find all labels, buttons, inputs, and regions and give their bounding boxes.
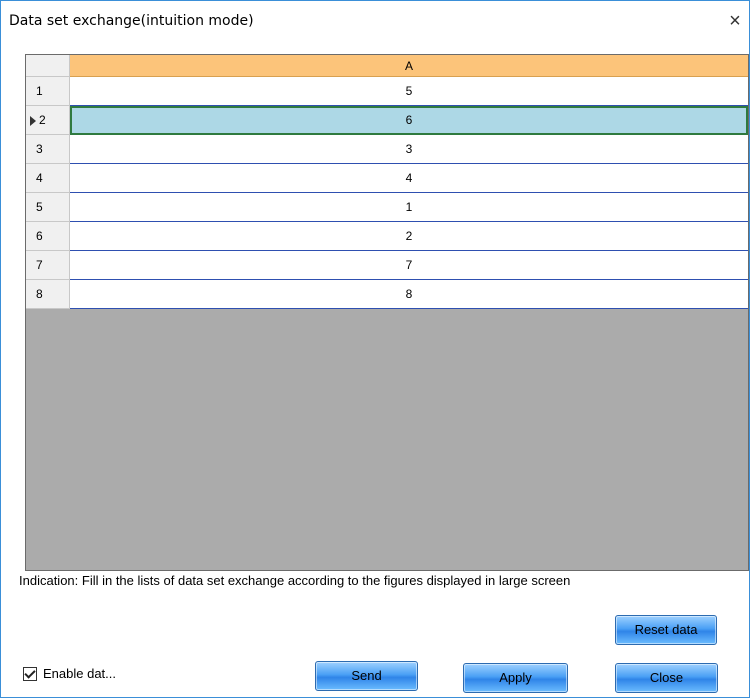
table-row-selected[interactable]: 2 6 [26, 106, 748, 135]
row-number: 6 [36, 229, 43, 243]
title-bar: Data set exchange(intuition mode) × [1, 1, 749, 41]
table-row[interactable]: 6 2 [26, 222, 748, 251]
send-button[interactable]: Send [315, 661, 418, 691]
grid-cell[interactable]: 5 [70, 77, 748, 106]
table-row[interactable]: 8 8 [26, 280, 748, 309]
enable-data-checkbox-group[interactable]: Enable dat... [23, 665, 116, 683]
row-number: 4 [36, 171, 43, 185]
row-header[interactable]: 5 [26, 193, 70, 222]
row-number: 3 [36, 142, 43, 156]
grid-cell[interactable]: 3 [70, 135, 748, 164]
table-row[interactable]: 7 7 [26, 251, 748, 280]
table-row[interactable]: 3 3 [26, 135, 748, 164]
row-number: 8 [36, 287, 43, 301]
table-row[interactable]: 4 4 [26, 164, 748, 193]
grid-header: A [26, 55, 748, 77]
row-header[interactable]: 8 [26, 280, 70, 309]
row-number: 5 [36, 200, 43, 214]
row-number: 2 [39, 113, 46, 127]
row-header[interactable]: 2 [26, 106, 70, 135]
row-number: 7 [36, 258, 43, 272]
close-button[interactable]: Close [615, 663, 718, 693]
grid-cell[interactable]: 4 [70, 164, 748, 193]
enable-data-label[interactable]: Enable dat... [43, 666, 116, 681]
table-row[interactable]: 5 1 [26, 193, 748, 222]
check-icon [24, 666, 36, 679]
dialog-window: Data set exchange(intuition mode) × A 1 … [0, 0, 750, 698]
grid-cell[interactable]: 2 [70, 222, 748, 251]
dialog-title: Data set exchange(intuition mode) [9, 13, 254, 29]
enable-data-checkbox[interactable] [23, 666, 37, 681]
grid-cell[interactable]: 8 [70, 280, 748, 309]
row-header[interactable]: 3 [26, 135, 70, 164]
grid-cell-selected[interactable]: 6 [70, 106, 748, 135]
grid-corner-cell[interactable] [26, 55, 70, 77]
row-header[interactable]: 7 [26, 251, 70, 280]
row-header[interactable]: 4 [26, 164, 70, 193]
row-header[interactable]: 6 [26, 222, 70, 251]
grid-cell[interactable]: 1 [70, 193, 748, 222]
close-icon[interactable]: × [725, 11, 745, 31]
indication-text: Indication: Fill in the lists of data se… [19, 573, 571, 588]
data-grid[interactable]: A 1 5 2 6 3 3 4 4 5 1 6 2 7 7 8 8 [25, 54, 749, 571]
apply-button[interactable]: Apply [463, 663, 568, 693]
column-header-a[interactable]: A [70, 55, 748, 77]
current-row-arrow-icon [30, 115, 36, 126]
row-number: 1 [36, 84, 43, 98]
table-row[interactable]: 1 5 [26, 77, 748, 106]
row-header[interactable]: 1 [26, 77, 70, 106]
reset-data-button[interactable]: Reset data [615, 615, 717, 645]
grid-cell[interactable]: 7 [70, 251, 748, 280]
